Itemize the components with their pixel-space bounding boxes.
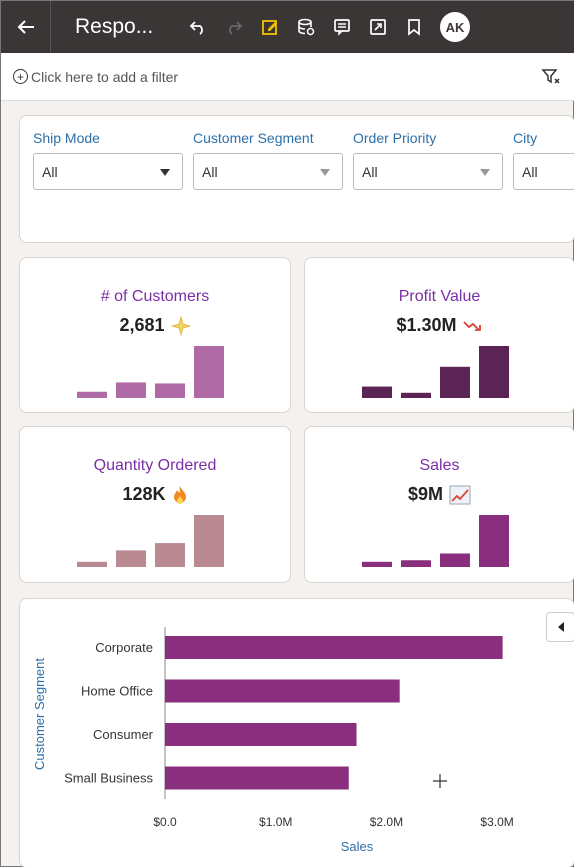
sparkline-bar [155, 543, 185, 567]
category-label: Corporate [95, 640, 153, 655]
redo-button[interactable] [216, 1, 252, 53]
caret-left-icon [557, 622, 564, 632]
sparkline-bar [401, 392, 431, 398]
order-priority-label: Order Priority [353, 130, 437, 146]
city-filter: City All [513, 130, 574, 190]
data-icon [298, 18, 315, 36]
chevron-down-icon [160, 169, 170, 176]
bar-consumer[interactable] [165, 723, 357, 746]
category-label: Small Business [64, 771, 153, 786]
city-select[interactable]: All [513, 153, 574, 190]
customer-segment-filter: Customer Segment All [193, 130, 343, 190]
filter-bar: + Click here to add a filter [1, 53, 574, 101]
app-frame: Respo... AK + Click here to add a filter [0, 0, 574, 867]
sparkline-bar [77, 561, 107, 567]
ship-mode-select[interactable]: All [33, 153, 183, 190]
back-arrow-icon [17, 20, 34, 34]
order-priority-filter: Order Priority All [353, 130, 503, 190]
edit-icon [262, 20, 277, 35]
ship-mode-filter: Ship Mode All [33, 130, 183, 190]
customer-segment-value: All [202, 163, 218, 180]
dashboard-selectors: Ship Mode All Customer Segment All Order… [19, 115, 574, 243]
kpi-tile-sales[interactable]: Sales $9M [304, 426, 574, 583]
sparkline-bar [77, 391, 107, 398]
redo-icon [229, 21, 243, 35]
add-filter-button[interactable]: + Click here to add a filter [13, 69, 178, 85]
ship-mode-label: Ship Mode [33, 130, 100, 146]
kpi-tile-customers[interactable]: # of Customers 2,681 [19, 257, 291, 413]
filter-funnel-icon[interactable] [541, 67, 561, 87]
quantity-sparkline [77, 515, 224, 567]
add-filter-label: Click here to add a filter [31, 68, 179, 85]
customer-segment-select[interactable]: All [193, 153, 343, 190]
sparkline-bar [194, 346, 224, 398]
bookmark-button[interactable] [396, 1, 432, 53]
chevron-down-icon [480, 169, 490, 176]
x-axis-title: Sales [341, 839, 374, 854]
order-priority-value: All [362, 163, 378, 180]
comment-icon [334, 19, 350, 36]
sparkline-bar [362, 386, 392, 398]
undo-icon [189, 21, 203, 35]
crosshair-cursor-icon [433, 774, 447, 788]
sparkline-bar [479, 515, 509, 567]
present-icon [370, 19, 386, 35]
edit-button[interactable] [252, 1, 288, 53]
bar-chart-svg: Customer Segment Sales Corporate Home Off… [32, 627, 514, 854]
report-title[interactable]: Respo... [75, 15, 180, 39]
chevron-down-icon [320, 169, 330, 176]
bar-corporate[interactable] [165, 636, 503, 659]
add-filter-icon: + [13, 69, 28, 84]
x-tick-label: $0.0 [153, 815, 177, 829]
order-priority-select[interactable]: All [353, 153, 503, 190]
profit-sparkline [362, 346, 509, 398]
kpi-tile-profit[interactable]: Profit Value $1.30M [304, 257, 574, 413]
undo-button[interactable] [180, 1, 216, 53]
bar-home-office[interactable] [165, 679, 400, 703]
category-label: Home Office [81, 684, 153, 699]
top-toolbar: Respo... AK [1, 1, 574, 53]
x-tick-label: $1.0M [259, 815, 292, 829]
ship-mode-value: All [42, 163, 58, 180]
present-button[interactable] [360, 1, 396, 53]
sparkline-bar [401, 560, 431, 567]
x-tick-label: $2.0M [370, 815, 403, 829]
back-button[interactable] [1, 1, 51, 53]
category-label: Consumer [93, 727, 154, 742]
customers-sparkline [77, 346, 224, 398]
x-tick-label: $3.0M [480, 815, 513, 829]
sparkline-bar [362, 561, 392, 567]
avatar[interactable]: AK [440, 12, 470, 42]
sparkline-bar [194, 515, 224, 567]
sales-by-segment-chart[interactable]: Customer Segment Sales Corporate Home Off… [19, 598, 574, 867]
kpi-tile-quantity[interactable]: Quantity Ordered 128K [19, 426, 291, 583]
y-axis-title: Customer Segment [32, 658, 47, 770]
city-value: All [522, 163, 538, 180]
sparkline-bar [440, 553, 470, 567]
sales-sparkline [362, 515, 509, 567]
city-label: City [513, 130, 538, 146]
sparkline-bar [479, 346, 509, 398]
collapse-panel-button[interactable] [546, 612, 574, 642]
sparkline-bar [440, 366, 470, 398]
bar-small-business[interactable] [165, 766, 349, 790]
sparkline-bar [116, 550, 146, 567]
data-button[interactable] [288, 1, 324, 53]
sparkline-bar [116, 382, 146, 398]
bookmark-icon [408, 19, 420, 36]
comment-button[interactable] [324, 1, 360, 53]
sparkline-bar [155, 383, 185, 398]
customer-segment-label: Customer Segment [193, 130, 314, 146]
